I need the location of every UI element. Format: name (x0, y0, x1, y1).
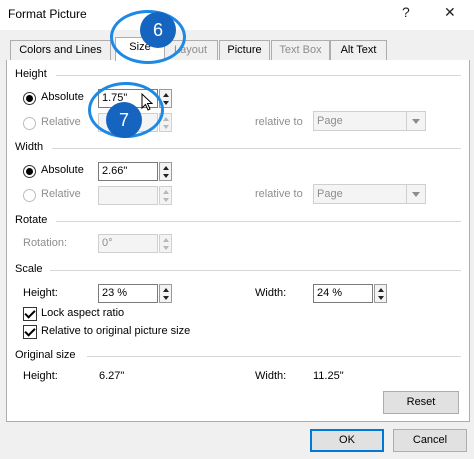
height-relative-to-value: Page (317, 115, 343, 127)
help-button[interactable]: ? (402, 4, 410, 20)
lock-aspect-ratio-label: Lock aspect ratio (41, 307, 125, 319)
divider (50, 270, 461, 271)
width-relative-spinner[interactable] (159, 186, 172, 205)
reset-button[interactable]: Reset (383, 391, 459, 414)
tab-colors-and-lines[interactable]: Colors and Lines (10, 40, 111, 60)
scale-width-input[interactable]: 24 % (313, 284, 373, 303)
height-absolute-radio[interactable] (23, 92, 36, 105)
original-width-value: 11.25" (313, 370, 344, 382)
rotate-section-title: Rotate (15, 214, 48, 226)
width-relative-label: Relative (41, 188, 81, 200)
divider (52, 148, 461, 149)
rotation-spinner[interactable] (159, 234, 172, 253)
height-relative-to-select[interactable]: Page (313, 111, 426, 131)
width-relative-to-select[interactable]: Page (313, 184, 426, 204)
width-absolute-label: Absolute (41, 164, 84, 176)
width-absolute-spinner[interactable] (159, 162, 172, 181)
callout-6-badge: 6 (140, 12, 176, 48)
original-size-section-title: Original size (15, 349, 76, 361)
height-absolute-label: Absolute (41, 91, 84, 103)
width-section-title: Width (15, 141, 44, 153)
width-absolute-input[interactable]: 2.66" (98, 162, 158, 181)
width-relative-input[interactable] (98, 186, 158, 205)
scale-height-spinner[interactable] (159, 284, 172, 303)
rotation-label: Rotation: (23, 237, 68, 249)
lock-aspect-ratio-checkbox[interactable] (23, 307, 37, 321)
cancel-button[interactable]: Cancel (393, 429, 467, 452)
original-height-label: Height: (23, 370, 58, 382)
callout-7-badge: 7 (106, 102, 142, 138)
scale-section-title: Scale (15, 263, 43, 275)
scale-height-label: Height: (23, 287, 58, 299)
scale-width-spinner[interactable] (374, 284, 387, 303)
width-absolute-radio[interactable] (23, 165, 36, 178)
width-relative-to-value: Page (317, 188, 343, 200)
ok-button[interactable]: OK (310, 429, 384, 452)
height-relative-radio[interactable] (23, 117, 36, 130)
divider (87, 356, 461, 357)
height-section-title: Height (15, 68, 47, 80)
width-relative-to-label: relative to (255, 188, 303, 200)
tab-picture[interactable]: Picture (219, 40, 270, 60)
relative-original-size-checkbox[interactable] (23, 325, 37, 339)
tab-alt-text[interactable]: Alt Text (330, 40, 387, 60)
scale-height-input[interactable]: 23 % (98, 284, 158, 303)
original-width-label: Width: (255, 370, 287, 382)
divider (56, 75, 461, 76)
window-title: Format Picture (8, 7, 87, 21)
chevron-down-icon (406, 185, 425, 203)
divider (56, 221, 461, 222)
mouse-cursor-icon (141, 93, 153, 111)
width-relative-radio[interactable] (23, 189, 36, 202)
height-relative-label: Relative (41, 116, 81, 128)
original-height-value: 6.27" (99, 370, 125, 382)
chevron-down-icon (406, 112, 425, 130)
height-relative-to-label: relative to (255, 116, 303, 128)
scale-width-label: Width: (255, 287, 287, 299)
close-button[interactable]: ✕ (444, 4, 456, 21)
relative-original-size-label: Relative to original picture size (41, 325, 191, 337)
rotation-input[interactable]: 0° (98, 234, 158, 253)
tab-text-box[interactable]: Text Box (271, 40, 330, 60)
